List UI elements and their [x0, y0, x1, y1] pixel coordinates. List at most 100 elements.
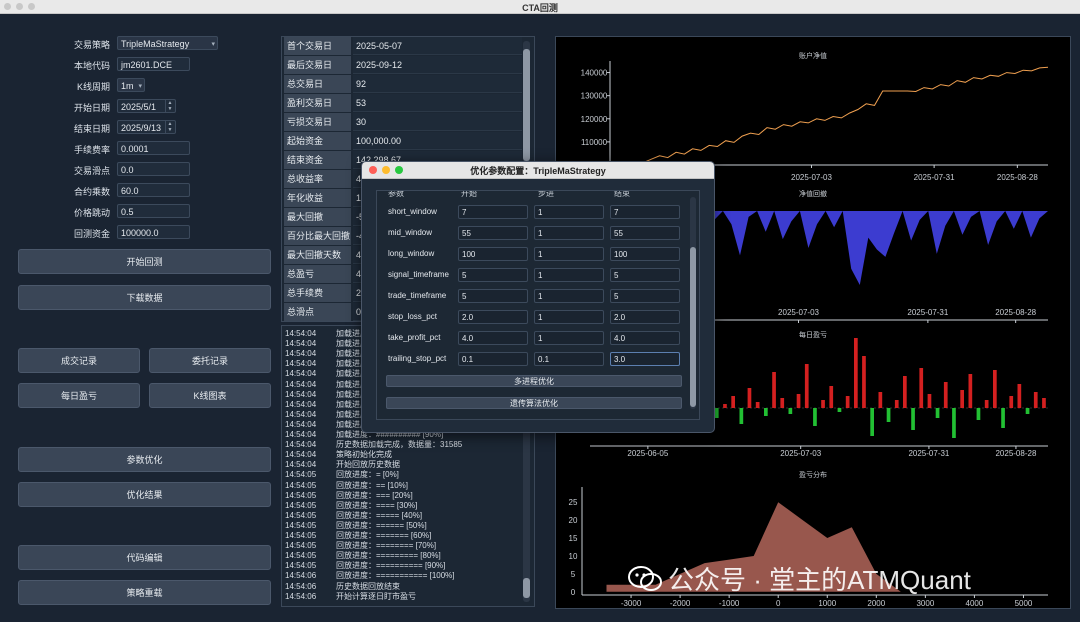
log-message: 回放进度：== [10%]	[336, 480, 409, 490]
select-field[interactable]: TripleMaStrategy ▾	[117, 36, 218, 50]
header-end: 结束	[614, 190, 630, 198]
stat-row: 首个交易日 2025-05-07	[284, 37, 522, 55]
log-time: 14:54:04	[285, 379, 317, 389]
field-value: 2025/9/13	[121, 123, 162, 133]
text-field[interactable]: 0.0001	[117, 141, 190, 155]
order-records-button[interactable]: 委托记录	[149, 348, 271, 373]
pnl-bar	[1033, 392, 1038, 408]
param-end-input[interactable]: 7	[610, 205, 680, 219]
field-value: 0.5	[121, 207, 134, 217]
text-field[interactable]: 0.0	[117, 162, 190, 176]
x-tick-label: 2025-07-31	[907, 308, 948, 317]
param-end-input[interactable]: 4.0	[610, 331, 680, 345]
y-tick-label: 20	[569, 516, 578, 525]
pnl-bar	[854, 338, 858, 408]
log-scroll-thumb[interactable]	[523, 578, 530, 598]
param-step-input[interactable]: 1	[534, 226, 604, 240]
pnl-bar	[804, 364, 809, 408]
date-field[interactable]: 2025/5/1 ▲ ▼	[117, 99, 176, 113]
param-step-input[interactable]: 1	[534, 247, 604, 261]
multiprocess-optimize-button[interactable]: 多进程优化	[386, 375, 682, 387]
param-name: long_window	[388, 249, 435, 258]
stat-row: 最后交易日 2025-09-12	[284, 56, 522, 74]
spinner-icon[interactable]: ▲ ▼	[165, 121, 174, 133]
param-end-input[interactable]: 5	[610, 289, 680, 303]
param-step-input[interactable]: 1	[534, 268, 604, 282]
param-end-input[interactable]: 100	[610, 247, 680, 261]
log-line: 14:54:05 回放进度：==== [30%]	[285, 501, 521, 511]
x-tick-label: 2025-08-28	[995, 449, 1036, 458]
download-data-button[interactable]: 下载数据	[18, 285, 271, 310]
text-field[interactable]: 100000.0	[117, 225, 190, 239]
chevron-down-icon[interactable]: ▾	[211, 38, 215, 52]
stat-row: 起始资金 100,000.00	[284, 132, 522, 150]
trade-records-button[interactable]: 成交记录	[18, 348, 140, 373]
pnl-bar	[870, 408, 874, 436]
log-time: 14:54:04	[285, 419, 317, 429]
chevron-down-icon[interactable]: ▾	[138, 80, 142, 94]
spinner-icon[interactable]: ▲ ▼	[165, 100, 174, 112]
param-start-input[interactable]: 2.0	[458, 310, 528, 324]
x-tick-label: 2025-07-03	[778, 308, 819, 317]
param-end-input[interactable]: 5	[610, 268, 680, 282]
param-start-input[interactable]: 4.0	[458, 331, 528, 345]
y-tick-label: 5	[571, 570, 576, 579]
strategy-reload-button[interactable]: 策略重载	[18, 580, 271, 605]
text-field[interactable]: jm2601.DCE	[117, 57, 190, 71]
optimize-result-button[interactable]: 优化结果	[18, 482, 271, 507]
param-name: signal_timeframe	[388, 270, 449, 279]
stat-row: 总交易日 92	[284, 75, 522, 93]
dialog-scroll-thumb[interactable]	[690, 247, 696, 407]
select-field[interactable]: 1m ▾	[117, 78, 145, 92]
param-optimize-button[interactable]: 参数优化	[18, 447, 271, 472]
param-start-input[interactable]: 7	[458, 205, 528, 219]
param-end-input[interactable]: 3.0	[610, 352, 680, 366]
form-row: 手续费率 0.0001	[0, 141, 230, 157]
param-step-input[interactable]: 1	[534, 205, 604, 219]
log-line: 14:54:05 回放进度：===== [40%]	[285, 511, 521, 521]
dialog-scrollbar[interactable]	[690, 197, 696, 409]
text-field[interactable]: 60.0	[117, 183, 190, 197]
log-time: 14:54:04	[285, 409, 317, 419]
param-start-input[interactable]: 5	[458, 289, 528, 303]
text-field[interactable]: 0.5	[117, 204, 190, 218]
param-start-input[interactable]: 100	[458, 247, 528, 261]
date-field[interactable]: 2025/9/13 ▲ ▼	[117, 120, 176, 134]
x-tick-label: 2025-06-05	[627, 449, 668, 458]
log-time: 14:54:04	[285, 389, 317, 399]
code-edit-button[interactable]: 代码编辑	[18, 545, 271, 570]
log-time: 14:54:05	[285, 500, 317, 510]
form-row: 回测资金 100000.0	[0, 225, 230, 241]
statistics-scroll-thumb[interactable]	[523, 49, 530, 161]
pnl-bar	[1017, 384, 1022, 408]
kline-chart-button[interactable]: K线图表	[149, 383, 271, 408]
stat-value: 2025-09-12	[353, 56, 522, 74]
param-start-input[interactable]: 0.1	[458, 352, 528, 366]
form-label: K线周期	[76, 82, 110, 92]
form-label: 交易策略	[73, 40, 110, 50]
x-tick-label: 2025-08-28	[997, 173, 1038, 182]
start-backtest-button[interactable]: 开始回测	[18, 249, 271, 274]
param-start-input[interactable]: 55	[458, 226, 528, 240]
pnl-bar	[821, 400, 825, 408]
param-step-input[interactable]: 1	[534, 331, 604, 345]
param-step-input[interactable]: 1	[534, 310, 604, 324]
param-step-input[interactable]: 0.1	[534, 352, 604, 366]
x-tick-label: 2025-08-28	[995, 308, 1036, 317]
genetic-optimize-button[interactable]: 遗传算法优化	[386, 397, 682, 409]
stat-value: 100,000.00	[353, 132, 522, 150]
param-end-input[interactable]: 55	[610, 226, 680, 240]
watermark: 公众号 · 堂主的ATMQuant	[628, 560, 971, 596]
daily-pnl-button[interactable]: 每日盈亏	[18, 383, 140, 408]
pnl-bar	[935, 408, 940, 418]
param-step-input[interactable]: 1	[534, 289, 604, 303]
x-tick-label: 2025-07-31	[908, 449, 949, 458]
stat-key: 最大回撤	[284, 208, 351, 226]
param-end-input[interactable]: 2.0	[610, 310, 680, 324]
y-tick-label: 15	[569, 534, 578, 543]
log-message: 回放进度：=== [20%]	[336, 490, 413, 500]
param-start-input[interactable]: 5	[458, 268, 528, 282]
stat-key: 百分比最大回撤	[284, 227, 351, 245]
log-message: 回放进度：========= [80%]	[336, 551, 441, 561]
form-row: 开始日期 2025/5/1 ▲ ▼	[0, 99, 230, 115]
